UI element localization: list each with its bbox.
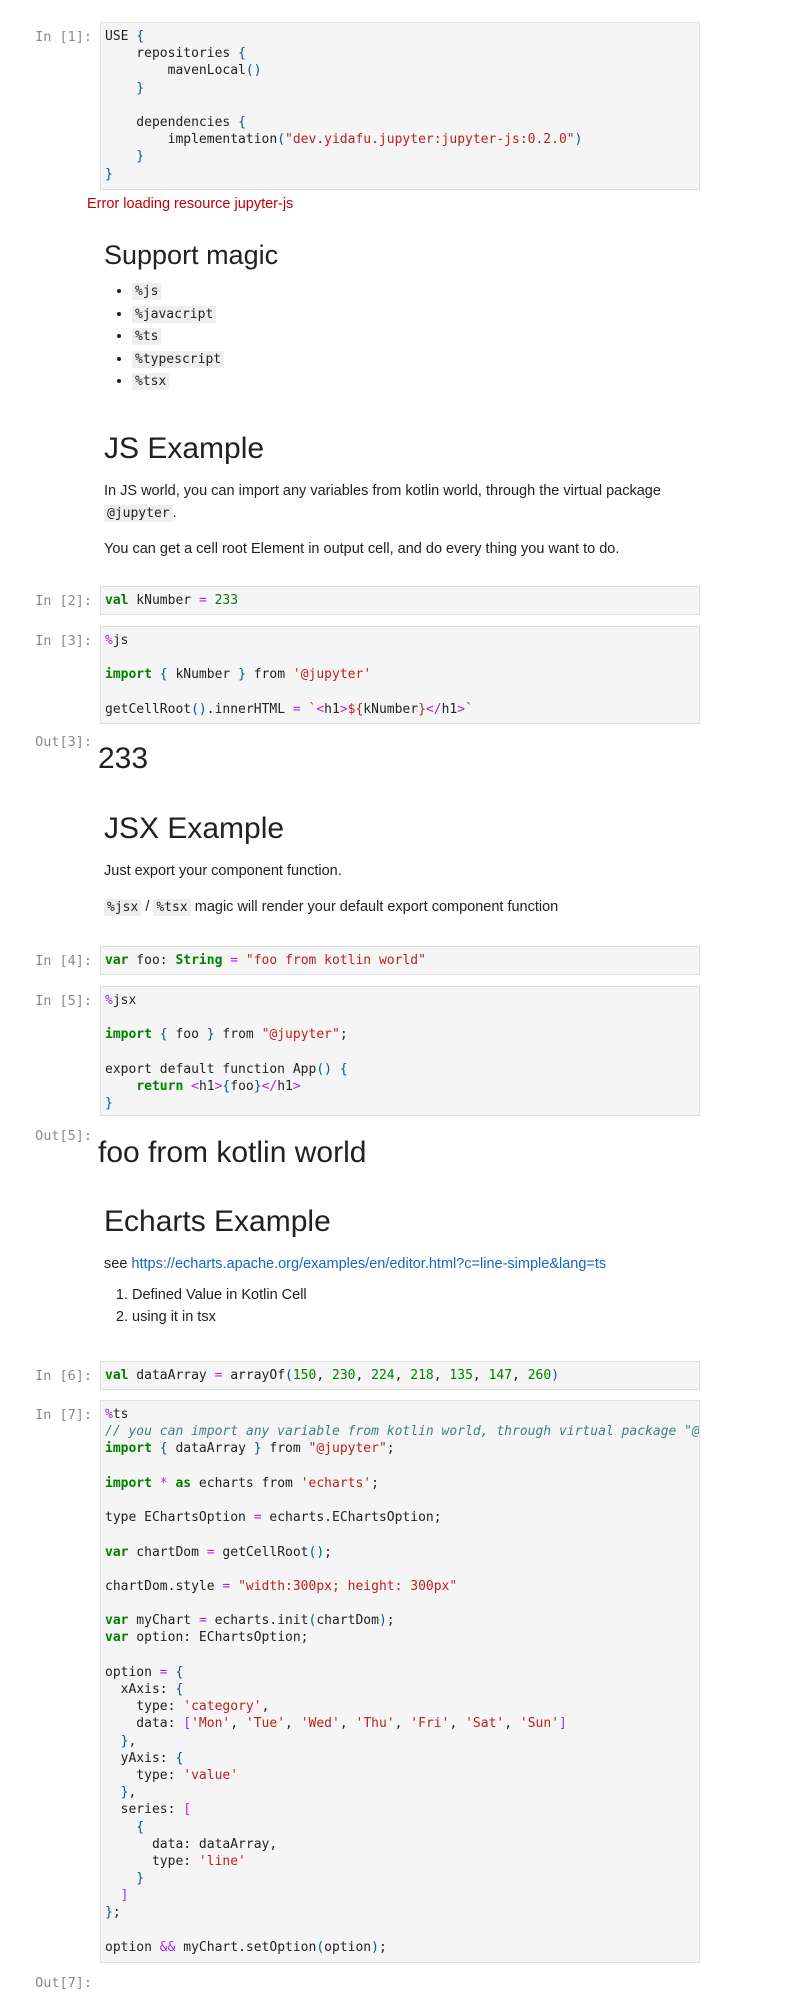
code-line: return <h1>{foo}</h1> (136, 1078, 301, 1094)
code-line: ] (105, 1888, 129, 1904)
output-heading: foo from kotlin world (98, 1136, 367, 1169)
paragraph: You can get a cell root Element in outpu… (104, 541, 620, 557)
markdown-cell-echarts-example: Echarts Example see https://echarts.apac… (104, 1205, 704, 1331)
code-line: type: 'category', (105, 1699, 270, 1715)
code-line: var foo: String = "foo from kotlin world… (105, 953, 426, 968)
code-line: %jsx (105, 993, 137, 1008)
markdown-cell-support: Support magic %js %javacript %ts %typesc… (104, 240, 704, 396)
code-line: USE { (105, 29, 145, 44)
list-item: %ts (132, 328, 704, 351)
echarts-link[interactable]: https://echarts.apache.org/examples/en/e… (131, 1256, 606, 1272)
cell-prompt: In [3]: (35, 633, 92, 649)
cell-prompt: In [7]: (35, 1407, 92, 1423)
section-heading: JSX Example (104, 812, 285, 845)
list-item: using it in tsx (132, 1309, 704, 1331)
code-line: import { dataArray } from "@jupyter"; (105, 1441, 395, 1457)
code-line: import { foo } from "@jupyter"; (105, 1027, 348, 1043)
code-line: } (105, 80, 145, 96)
code-editor[interactable]: var foo: String = "foo from kotlin world… (100, 946, 700, 975)
code-line: } (105, 1871, 145, 1887)
paragraph: see https://echarts.apache.org/examples/… (104, 1256, 607, 1272)
code-line: data: dataArray, (105, 1836, 278, 1852)
list-item: %js (132, 283, 704, 306)
paragraph: Just export your component function. (104, 863, 342, 879)
code-line: var myChart = echarts.init(chartDom); (105, 1613, 395, 1629)
code-line: } (105, 149, 145, 165)
cell-prompt: In [1]: (35, 29, 92, 45)
code-line: val dataArray = arrayOf(150, 230, 224, 2… (105, 1368, 560, 1383)
code-line: import * as echarts from 'echarts'; (105, 1475, 379, 1491)
code-editor[interactable]: %ts // you can import any variable from k… (100, 1400, 700, 1963)
paragraph: In JS world, you can import any variable… (104, 483, 661, 522)
code-line: type: 'value' (105, 1767, 239, 1783)
markdown-cell-js-example: JS Example In JS world, you can import a… (104, 432, 704, 560)
code-editor[interactable]: val dataArray = arrayOf(150, 230, 224, 2… (100, 1361, 700, 1390)
paragraph: %jsx / %tsx magic will render your defau… (104, 896, 704, 919)
code-line: chartDom.style = "width:300px; height: 3… (105, 1578, 458, 1594)
code-line: option && myChart.setOption(option); (105, 1939, 387, 1955)
list-item: %javacript (132, 305, 704, 329)
list-item: %tsx (132, 373, 704, 396)
code-line: } (105, 166, 113, 182)
list-item: Defined Value in Kotlin Cell (132, 1287, 704, 1309)
code-line: repositories { (105, 46, 246, 62)
code-line: }, (105, 1733, 137, 1749)
code-line: var option: EChartsOption; (105, 1630, 309, 1646)
code-line: val kNumber = 233 (105, 593, 239, 608)
section-heading: Support magic (104, 240, 279, 270)
markdown-cell-jsx-example: JSX Example Just export your component f… (104, 812, 704, 919)
code-line: type: 'line' (105, 1853, 246, 1869)
code-line: }; (105, 1905, 121, 1921)
code-line: { (105, 1819, 145, 1835)
code-editor[interactable]: %js import { kNumber } from '@jupyter' get… (100, 626, 700, 724)
code-line: data: ['Mon', 'Tue', 'Wed', 'Thu', 'Fri'… (105, 1716, 567, 1732)
code-line: }, (105, 1785, 137, 1801)
out-prompt: Out[7]: (35, 1975, 92, 1991)
steps-list: Defined Value in Kotlin Cell using it in… (104, 1287, 704, 1331)
code-line: getCellRoot().innerHTML = `<h1>${kNumber… (105, 701, 473, 717)
code-line: var chartDom = getCellRoot(); (105, 1544, 332, 1560)
code-line: implementation("dev.yidafu.jupyter:jupyt… (105, 132, 583, 148)
code-line: // you can import any variable from kotl… (105, 1424, 700, 1440)
cell-prompt: In [6]: (35, 1368, 92, 1384)
code-line: series: [ (105, 1802, 192, 1818)
code-line: mavenLocal() (105, 63, 262, 79)
cell-prompt: In [4]: (35, 953, 92, 969)
code-line: yAxis: { (105, 1750, 184, 1766)
code-editor[interactable]: %jsx import { foo } from "@jupyter"; expor… (100, 986, 700, 1116)
code-line: %ts (105, 1407, 129, 1422)
code-line: } (105, 1096, 113, 1112)
magic-list: %js %javacript %ts %typescript %tsx (104, 283, 704, 396)
out-prompt: Out[5]: (35, 1128, 92, 1144)
out-prompt: Out[3]: (35, 734, 92, 750)
code-line: import { kNumber } from '@jupyter' (105, 667, 372, 683)
code-line: dependencies { (105, 114, 246, 130)
code-line: option = { (105, 1664, 184, 1680)
code-editor[interactable]: USE { repositories { mavenLocal() } depe… (100, 22, 700, 190)
code-line: %js (105, 633, 129, 648)
section-heading: JS Example (104, 432, 265, 465)
code-line: type EChartsOption = echarts.EChartsOpti… (105, 1510, 442, 1526)
section-heading: Echarts Example (104, 1205, 331, 1238)
cell-prompt: In [2]: (35, 593, 92, 609)
cell-prompt: In [5]: (35, 993, 92, 1009)
code-line: xAxis: { (105, 1682, 184, 1697)
code-line: export default function App() { (105, 1061, 348, 1077)
error-message: Error loading resource jupyter-js (87, 196, 294, 212)
output-heading: 233 (98, 742, 149, 775)
list-item: %typescript (132, 350, 704, 374)
code-editor[interactable]: val kNumber = 233 (100, 586, 700, 615)
